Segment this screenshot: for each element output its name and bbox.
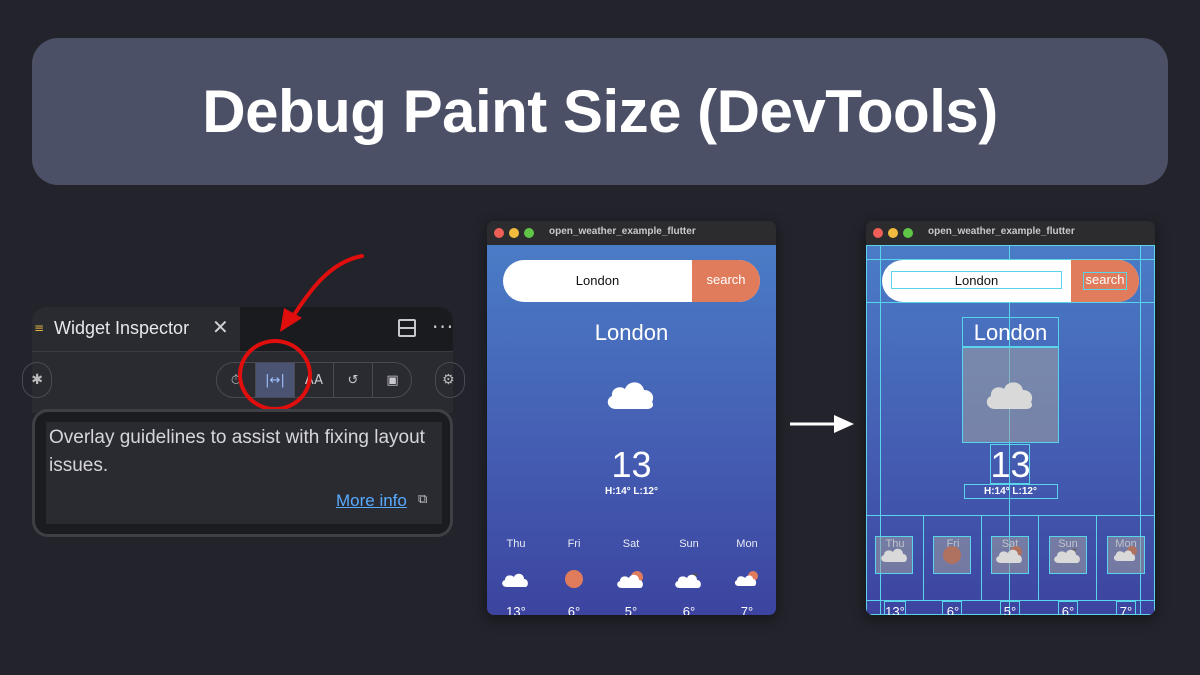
tooltip: Overlay guidelines to assist with fixing… (32, 409, 453, 537)
window-titlebar: open_weather_example_flutter (487, 221, 776, 245)
sun-behind-cloud-icon (734, 571, 758, 586)
forecast-day: Sun (679, 538, 699, 550)
more-actions-icon[interactable]: ··· (432, 315, 454, 339)
cloud-icon (881, 548, 907, 562)
sun-icon (943, 546, 961, 564)
app-body: London search London 13 H:14° L:12° Thu … (487, 245, 776, 615)
arrow-right-icon (790, 415, 854, 433)
forecast-temp: 6° (682, 604, 696, 615)
search-bar: London search (503, 260, 760, 302)
window-title: open_weather_example_flutter (928, 226, 1075, 237)
cloud-night-icon (675, 573, 701, 588)
current-temperature: 13 (611, 444, 652, 485)
external-link-icon: ⧉ (418, 492, 428, 507)
debug-box-forecast-temp (1058, 601, 1078, 615)
split-editor-icon[interactable] (398, 319, 416, 337)
sun-icon (565, 570, 583, 588)
cloud-night-icon (1054, 548, 1080, 563)
forecast-temp: 5° (624, 604, 638, 615)
debug-box-forecast-temp (884, 601, 906, 615)
cloud-icon (986, 382, 1033, 409)
repaint-rainbow-icon[interactable]: ↺ (334, 363, 373, 397)
image-icon[interactable]: ▣ (373, 363, 412, 397)
debug-box-forecast-temp (1000, 601, 1020, 615)
forecast-temp: 13° (506, 604, 526, 615)
app-window-before: open_weather_example_flutter London sear… (487, 221, 776, 615)
close-dot[interactable] (873, 228, 883, 238)
red-arrow-icon (280, 254, 364, 332)
highlight-circle (238, 339, 312, 411)
select-widget-icon[interactable]: ✱ (22, 362, 52, 398)
high-low-temperature: H:14° L:12° (604, 486, 658, 497)
debug-box-input (891, 271, 1062, 289)
close-icon[interactable]: ✕ (212, 316, 229, 338)
minimize-dot[interactable] (509, 228, 519, 238)
forecast-day: Mon (736, 538, 758, 550)
forecast-day: Sat (622, 538, 640, 550)
forecast-day: Thu (506, 538, 526, 550)
window-title: open_weather_example_flutter (549, 226, 696, 237)
search-input[interactable]: London (503, 260, 692, 302)
cloud-icon (502, 573, 528, 587)
tooltip-text: Overlay guidelines to assist with fixing… (49, 427, 425, 476)
sun-behind-cloud-icon (996, 546, 1022, 563)
debug-box-city (962, 317, 1059, 347)
more-info-link[interactable]: More info (336, 491, 407, 511)
search-button[interactable]: search (692, 260, 760, 302)
debug-box-forecast-temp (1116, 601, 1136, 615)
forecast-temp: 6° (567, 604, 581, 615)
debug-box-hilo (964, 484, 1058, 499)
minimize-dot[interactable] (888, 228, 898, 238)
window-titlebar: open_weather_example_flutter (866, 221, 1155, 245)
settings-icon[interactable]: ⚙ (435, 362, 465, 398)
close-dot[interactable] (494, 228, 504, 238)
tab-label: Widget Inspector (54, 318, 190, 338)
tab-widget-inspector[interactable]: ≡ Widget Inspector ✕ (32, 307, 240, 351)
tab-menu-icon: ≡ (34, 321, 45, 335)
app-body-debug: London search London 13 H:14° L:12° Thu … (866, 245, 1155, 615)
debug-box-forecast-temp (942, 601, 962, 615)
app-window-after: open_weather_example_flutter London sear… (866, 221, 1155, 615)
forecast-temp: 7° (740, 604, 754, 615)
debug-box-temp (990, 444, 1030, 484)
sun-behind-cloud-icon (1113, 546, 1137, 561)
forecast-day: Fri (567, 538, 581, 550)
zoom-dot[interactable] (903, 228, 913, 238)
cloud-icon (607, 382, 654, 409)
banner-title: Debug Paint Size (DevTools) (202, 78, 998, 145)
tooltip-body: Overlay guidelines to assist with fixing… (46, 422, 442, 524)
widget-inspector-panel: ≡ Widget Inspector ✕ ··· ✱ ⏱ |↔| AA ↺ ▣ … (22, 307, 465, 537)
debug-box-button (1083, 272, 1127, 290)
title-banner: Debug Paint Size (DevTools) (32, 38, 1168, 185)
city-name: London (594, 320, 669, 345)
zoom-dot[interactable] (524, 228, 534, 238)
inspector-tab-bar: ≡ Widget Inspector ✕ ··· (32, 307, 453, 351)
sun-behind-cloud-icon (617, 571, 643, 588)
